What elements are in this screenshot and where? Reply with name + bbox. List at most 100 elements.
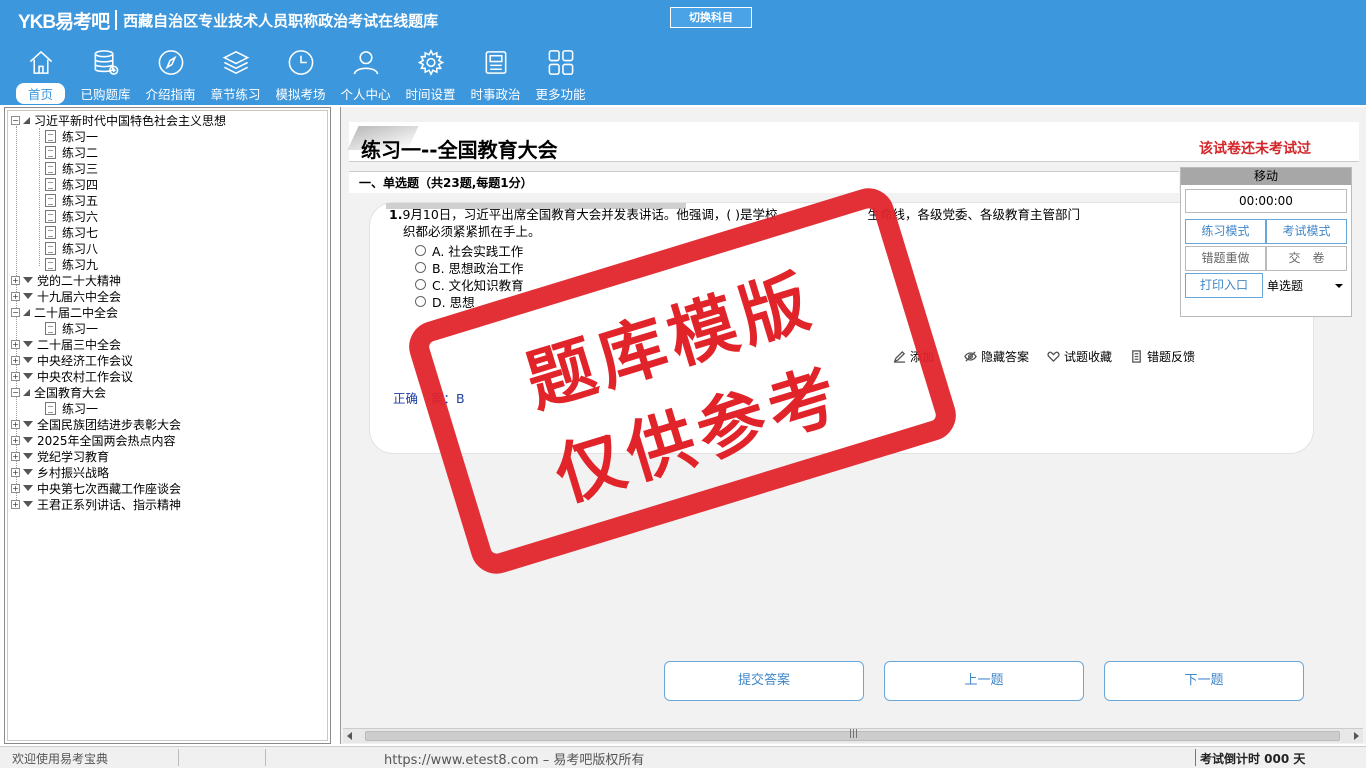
tree-node[interactable]: + 全国民族团结进步表彰大会 <box>11 416 181 432</box>
tree-node[interactable]: + 王君正系列讲话、指示精神 <box>11 496 181 512</box>
tree-leaf[interactable]: 练习三 <box>45 160 98 176</box>
tree-leaf[interactable]: 练习二 <box>45 144 98 160</box>
expand-toggle-icon[interactable]: + <box>11 451 20 461</box>
expand-toggle-icon[interactable]: + <box>11 291 20 301</box>
practice-mode-button[interactable]: 练习模式 <box>1185 219 1266 244</box>
tree-node-label: 中央经济工作会议 <box>37 353 134 368</box>
document-icon <box>45 145 56 159</box>
nav-current-affairs-label: 时事政治 <box>470 87 521 102</box>
expanded-arrow-icon <box>23 388 30 396</box>
tree-leaf[interactable]: 练习一 <box>45 128 98 144</box>
feedback-button[interactable]: 错题反馈 <box>1130 348 1195 365</box>
tree-leaf[interactable]: 练习五 <box>45 192 98 208</box>
tree-leaf-label: 练习六 <box>62 209 99 224</box>
nav-purchased[interactable]: 已购题库 <box>73 48 138 104</box>
chapter-tree[interactable]: − 习近平新时代中国特色社会主义思想 练习一 练习二 练习三 练习四 练习五 练… <box>4 107 331 744</box>
favorite-button[interactable]: 试题收藏 <box>1047 348 1112 365</box>
nav-home[interactable]: 首页 <box>8 48 73 104</box>
redo-wrong-button[interactable]: 错题重做 <box>1185 246 1266 271</box>
tree-leaf[interactable]: 练习六 <box>45 208 98 224</box>
option-d[interactable]: D. 思想 <box>415 293 475 310</box>
expand-toggle-icon[interactable]: + <box>11 435 20 445</box>
tree-node[interactable]: + 十九届六中全会 <box>11 288 121 304</box>
collapse-toggle-icon[interactable]: − <box>11 115 20 125</box>
tree-leaf-label: 练习二 <box>62 145 99 160</box>
expand-toggle-icon[interactable]: + <box>11 483 20 493</box>
nav-current-affairs[interactable]: 时事政治 <box>463 48 528 104</box>
scroll-right-icon[interactable] <box>1354 732 1359 740</box>
collapse-toggle-icon[interactable]: − <box>11 307 20 317</box>
expand-toggle-icon[interactable]: + <box>11 467 20 477</box>
next-question-button[interactable]: 下一题 <box>1104 661 1304 701</box>
tree-node-label: 二十届二中全会 <box>34 305 119 320</box>
status-divider <box>265 749 266 766</box>
tree-node-root1[interactable]: − 习近平新时代中国特色社会主义思想 <box>11 112 226 128</box>
tree-node[interactable]: − 二十届二中全会 <box>11 304 118 320</box>
radio-option-c[interactable] <box>415 279 426 290</box>
option-a[interactable]: A. 社会实践工作 <box>415 242 523 259</box>
status-divider <box>1195 749 1196 766</box>
nav-time-settings[interactable]: 时间设置 <box>398 48 463 104</box>
favorite-label: 试题收藏 <box>1064 350 1113 364</box>
prev-question-button[interactable]: 上一题 <box>884 661 1084 701</box>
brand-name: YKB易考吧 <box>18 11 110 33</box>
tree-leaf[interactable]: 练习八 <box>45 240 98 256</box>
tree-node[interactable]: +2025年全国两会热点内容 <box>11 432 176 448</box>
submit-answer-button[interactable]: 提交答案 <box>664 661 864 701</box>
document-icon <box>45 225 56 239</box>
tree-node[interactable]: + 党纪学习教育 <box>11 448 109 464</box>
nav-profile[interactable]: 个人中心 <box>333 48 398 104</box>
document-icon <box>45 321 56 335</box>
timer-panel[interactable]: 移动 00:00:00 练习模式 考试模式 错题重做 交 卷 打印入口 单选题 <box>1180 167 1352 317</box>
option-d-label: D. 思想 <box>432 295 475 310</box>
tree-leaf[interactable]: 练习七 <box>45 224 98 240</box>
scroll-left-icon[interactable] <box>347 732 352 740</box>
tree-node[interactable]: − 全国教育大会 <box>11 384 106 400</box>
expand-toggle-icon[interactable]: + <box>11 419 20 429</box>
print-button[interactable]: 打印入口 <box>1185 273 1263 298</box>
tree-node[interactable]: + 中央农村工作会议 <box>11 368 133 384</box>
layers-icon <box>222 51 249 74</box>
radio-option-a[interactable] <box>415 245 426 256</box>
nav-time-settings-label: 时间设置 <box>405 87 456 102</box>
clipboard-icon <box>1132 350 1141 363</box>
hide-answer-button[interactable]: 隐藏答案 <box>964 348 1029 365</box>
tree-node[interactable]: + 二十届三中全会 <box>11 336 121 352</box>
tree-leaf[interactable]: 练习四 <box>45 176 98 192</box>
tree-leaf[interactable]: 练习一 <box>45 320 98 336</box>
tree-node[interactable]: + 中央经济工作会议 <box>11 352 133 368</box>
tree-node[interactable]: + 中央第七次西藏工作座谈会 <box>11 480 181 496</box>
radio-option-b[interactable] <box>415 262 426 273</box>
nav-chapter[interactable]: 章节练习 <box>203 48 268 104</box>
nav-mock-exam[interactable]: 模拟考场 <box>268 48 333 104</box>
expand-toggle-icon[interactable]: + <box>11 499 20 509</box>
tree-node[interactable]: + 乡村振兴战略 <box>11 464 109 480</box>
tree-leaf[interactable]: 练习九 <box>45 256 98 272</box>
exam-countdown: 考试倒计时 000 天 <box>1200 752 1306 766</box>
expand-toggle-icon[interactable]: + <box>11 275 20 285</box>
option-c[interactable]: C. 文化知识教育 <box>415 276 524 293</box>
radio-option-d[interactable] <box>415 296 426 307</box>
tree-leaf-selected[interactable]: 练习一 <box>45 400 98 416</box>
submit-paper-button[interactable]: 交 卷 <box>1266 246 1347 271</box>
move-handle[interactable]: 移动 <box>1181 168 1351 185</box>
switch-subject-button[interactable]: 切换科目 <box>670 7 752 28</box>
tree-node[interactable]: + 党的二十大精神 <box>11 272 121 288</box>
question-line2: 织都必须紧紧抓在手上。 <box>403 224 541 239</box>
expand-toggle-icon[interactable]: + <box>11 371 20 381</box>
tree-leaf-label: 练习七 <box>62 225 99 240</box>
app-logo: YKB易考吧 西藏自治区专业技术人员职称政治考试在线题库 <box>18 7 438 33</box>
exam-mode-button[interactable]: 考试模式 <box>1266 219 1347 244</box>
nav-more[interactable]: 更多功能 <box>528 48 593 104</box>
expand-toggle-icon[interactable]: + <box>11 339 20 349</box>
collapse-toggle-icon[interactable]: − <box>11 387 20 397</box>
question-type-value: 单选题 <box>1267 279 1304 293</box>
tree-node-label: 二十届三中全会 <box>37 337 122 352</box>
option-b[interactable]: B. 思想政治工作 <box>415 259 524 276</box>
expand-toggle-icon[interactable]: + <box>11 355 20 365</box>
database-icon <box>94 50 118 75</box>
nav-guide[interactable]: 介绍指南 <box>138 48 203 104</box>
question-type-select[interactable]: 单选题 <box>1263 273 1347 298</box>
tree-guide-line <box>39 128 40 266</box>
horizontal-scrollbar[interactable]: ||| <box>343 728 1363 743</box>
